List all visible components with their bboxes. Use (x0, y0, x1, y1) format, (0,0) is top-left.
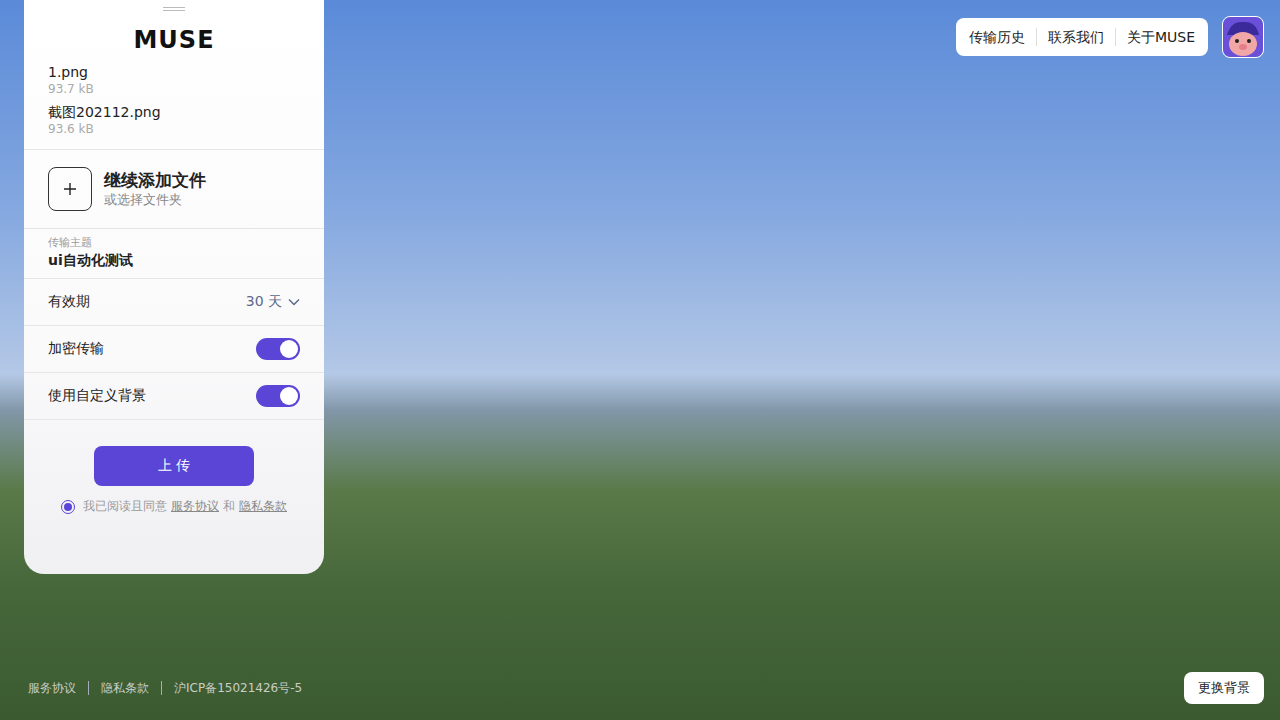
footer-link[interactable]: 隐私条款 (88, 681, 161, 695)
agree-radio[interactable] (61, 500, 75, 514)
setting-row: 加密传输 (24, 326, 324, 373)
privacy-link[interactable]: 隐私条款 (239, 498, 287, 515)
logo: MUSE (24, 25, 324, 55)
upload-panel: MUSE 1.png 93.7 kB 截图202112.png 93.6 kB 继… (24, 0, 324, 574)
header: 传输历史联系我们关于MUSE (956, 16, 1264, 58)
subject-label: 传输主题 (48, 236, 300, 250)
subject-value[interactable]: ui自动化测试 (48, 250, 300, 270)
upload-button[interactable]: 上 传 (94, 446, 254, 486)
page: MUSE 1.png 93.7 kB 截图202112.png 93.6 kB 继… (0, 0, 1280, 720)
bottom-bar: 服务协议隐私条款沪ICP备15021426号-5 更换背景 (0, 672, 1280, 720)
file-name: 1.png (48, 63, 300, 81)
expiry-select[interactable]: 30 天 (246, 293, 300, 311)
toggle-switch[interactable] (256, 338, 300, 360)
nav-item[interactable]: 联系我们 (1036, 28, 1115, 46)
choose-folder[interactable]: 或选择文件夹 (104, 191, 206, 209)
setting-row: 使用自定义背景 (24, 373, 324, 420)
file-item[interactable]: 截图202112.png 93.6 kB (48, 103, 300, 137)
top-nav: 传输历史联系我们关于MUSE (956, 18, 1208, 56)
file-size: 93.6 kB (48, 121, 300, 137)
change-background-button[interactable]: 更换背景 (1184, 672, 1264, 704)
file-size: 93.7 kB (48, 81, 300, 97)
nav-item[interactable]: 关于MUSE (1115, 28, 1206, 46)
footer-link[interactable]: 服务协议 (28, 681, 88, 695)
file-list: 1.png 93.7 kB 截图202112.png 93.6 kB (24, 55, 324, 150)
chevron-down-icon[interactable] (288, 298, 300, 306)
drag-handle[interactable] (163, 7, 185, 11)
add-files[interactable]: 继续添加文件 或选择文件夹 (24, 150, 324, 229)
avatar-icon[interactable] (1222, 16, 1264, 58)
setting-label: 有效期 (48, 293, 90, 311)
toggle-switch[interactable] (256, 385, 300, 407)
footer-links: 服务协议隐私条款沪ICP备15021426号-5 (28, 681, 314, 695)
setting-label: 使用自定义背景 (48, 387, 146, 405)
footer-link[interactable]: 沪ICP备15021426号-5 (161, 681, 314, 695)
add-files-title[interactable]: 继续添加文件 (104, 169, 206, 191)
main-area: MUSE 1.png 93.7 kB 截图202112.png 93.6 kB 继… (0, 0, 1280, 574)
nav-item[interactable]: 传输历史 (958, 28, 1036, 46)
file-name: 截图202112.png (48, 103, 300, 121)
setting-label: 加密传输 (48, 340, 104, 358)
actions: 上 传 我已阅读且同意 服务协议 和 隐私条款 (24, 420, 324, 515)
plus-icon[interactable] (48, 167, 92, 211)
file-item[interactable]: 1.png 93.7 kB (48, 63, 300, 97)
subject-field[interactable]: 传输主题 ui自动化测试 (24, 229, 324, 279)
agreement: 我已阅读且同意 服务协议 和 隐私条款 (61, 498, 287, 515)
terms-link[interactable]: 服务协议 (171, 498, 219, 515)
setting-row: 有效期 30 天 (24, 279, 324, 326)
